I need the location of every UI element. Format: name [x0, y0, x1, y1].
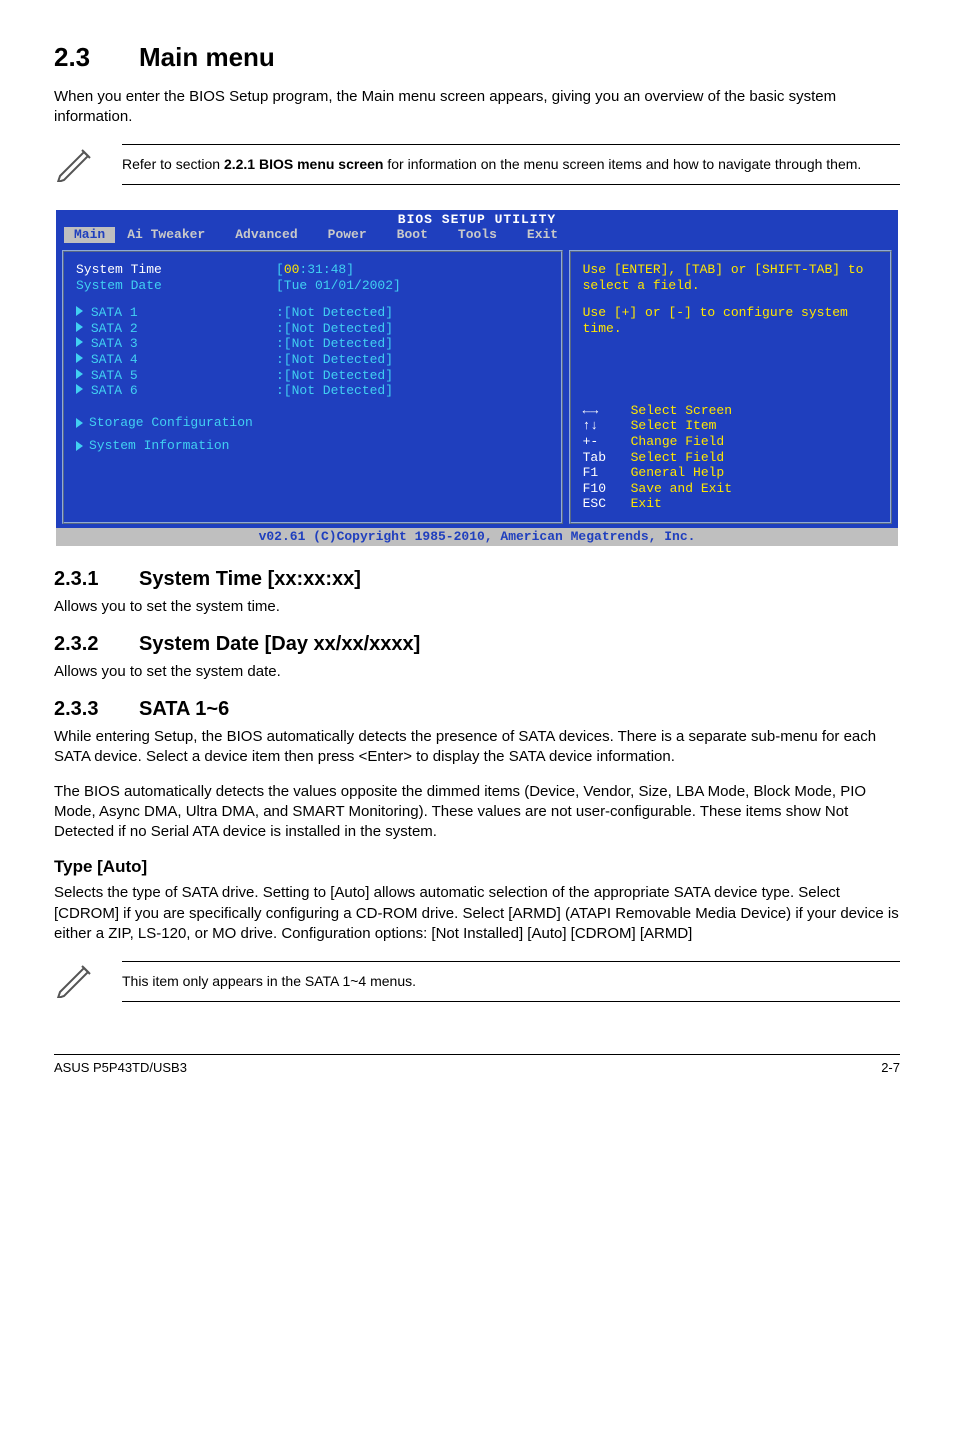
heading-type: Type [Auto]: [54, 856, 900, 879]
bios-help-pane: Use [ENTER], [TAB] or [SHIFT-TAB] to sel…: [569, 250, 892, 524]
bios-row-system-time[interactable]: System Time [00:31:48]: [76, 262, 549, 278]
triangle-icon: [76, 384, 83, 394]
bios-copyright: v02.61 (C)Copyright 1985-2010, American …: [56, 528, 898, 546]
bios-row-sata1[interactable]: SATA 1:[Not Detected]: [76, 305, 549, 321]
pencil-icon: [54, 958, 94, 1004]
page-footer: ASUS P5P43TD/USB3 2-7: [54, 1054, 900, 1077]
bios-tab-main[interactable]: Main: [64, 227, 115, 243]
triangle-icon: [76, 322, 83, 332]
bios-value-system-time: [00:31:48]: [276, 262, 354, 278]
triangle-icon: [76, 306, 83, 316]
bios-tab-ai-tweaker[interactable]: Ai Tweaker: [115, 227, 223, 243]
bios-tab-power[interactable]: Power: [316, 227, 385, 243]
heading-232: 2.3.2System Date [Day xx/xx/xxxx]: [54, 631, 900, 658]
body-232: Allows you to set the system date.: [54, 662, 900, 682]
footer-right: 2-7: [881, 1059, 900, 1077]
heading-231: 2.3.1System Time [xx:xx:xx]: [54, 566, 900, 593]
triangle-icon: [76, 418, 83, 428]
bios-sub-storage[interactable]: Storage Configuration: [76, 415, 549, 431]
note-box: Refer to section 2.2.1 BIOS menu screen …: [54, 142, 900, 188]
body-231: Allows you to set the system time.: [54, 597, 900, 617]
bios-row-sata4[interactable]: SATA 4:[Not Detected]: [76, 352, 549, 368]
bios-tab-exit[interactable]: Exit: [515, 227, 576, 243]
bios-tab-tools[interactable]: Tools: [446, 227, 515, 243]
body-233-p2: The BIOS automatically detects the value…: [54, 782, 900, 843]
triangle-icon: [76, 353, 83, 363]
body-233-p1: While entering Setup, the BIOS automatic…: [54, 727, 900, 768]
bios-row-sata3[interactable]: SATA 3:[Not Detected]: [76, 336, 549, 352]
footer-left: ASUS P5P43TD/USB3: [54, 1059, 187, 1077]
bios-tab-advanced[interactable]: Advanced: [223, 227, 315, 243]
section-heading: 2.3Main menu: [54, 40, 900, 75]
bios-row-sata5[interactable]: SATA 5:[Not Detected]: [76, 368, 549, 384]
triangle-icon: [76, 441, 83, 451]
heading-233: 2.3.3SATA 1~6: [54, 696, 900, 723]
bios-key-legend: ←→Select Screen ↑↓Select Item +-Change F…: [583, 403, 878, 512]
bios-row-system-date[interactable]: System Date [Tue 01/01/2002]: [76, 278, 549, 294]
bios-row-sata2[interactable]: SATA 2:[Not Detected]: [76, 321, 549, 337]
section-number: 2.3: [54, 40, 139, 75]
note-text: This item only appears in the SATA 1~4 m…: [122, 961, 900, 1002]
bios-title: BIOS SETUP UTILITY: [56, 210, 898, 228]
bios-tab-boot[interactable]: Boot: [385, 227, 446, 243]
bios-menubar: Main Ai Tweaker Advanced Power Boot Tool…: [56, 227, 898, 246]
section-title-text: Main menu: [139, 42, 275, 72]
bios-left-pane: System Time [00:31:48] System Date [Tue …: [62, 250, 563, 524]
bios-screen: BIOS SETUP UTILITY Main Ai Tweaker Advan…: [54, 208, 900, 548]
note-text: Refer to section 2.2.1 BIOS menu screen …: [122, 144, 900, 185]
pencil-icon: [54, 142, 94, 188]
intro-paragraph: When you enter the BIOS Setup program, t…: [54, 87, 900, 128]
note-box: This item only appears in the SATA 1~4 m…: [54, 958, 900, 1004]
bios-help-text-1: Use [ENTER], [TAB] or [SHIFT-TAB] to sel…: [583, 262, 878, 293]
body-type: Selects the type of SATA drive. Setting …: [54, 883, 900, 944]
triangle-icon: [76, 369, 83, 379]
triangle-icon: [76, 337, 83, 347]
bios-row-sata6[interactable]: SATA 6:[Not Detected]: [76, 383, 549, 399]
bios-help-text-2: Use [+] or [-] to configure system time.: [583, 305, 878, 336]
bios-sub-sysinfo[interactable]: System Information: [76, 438, 549, 454]
